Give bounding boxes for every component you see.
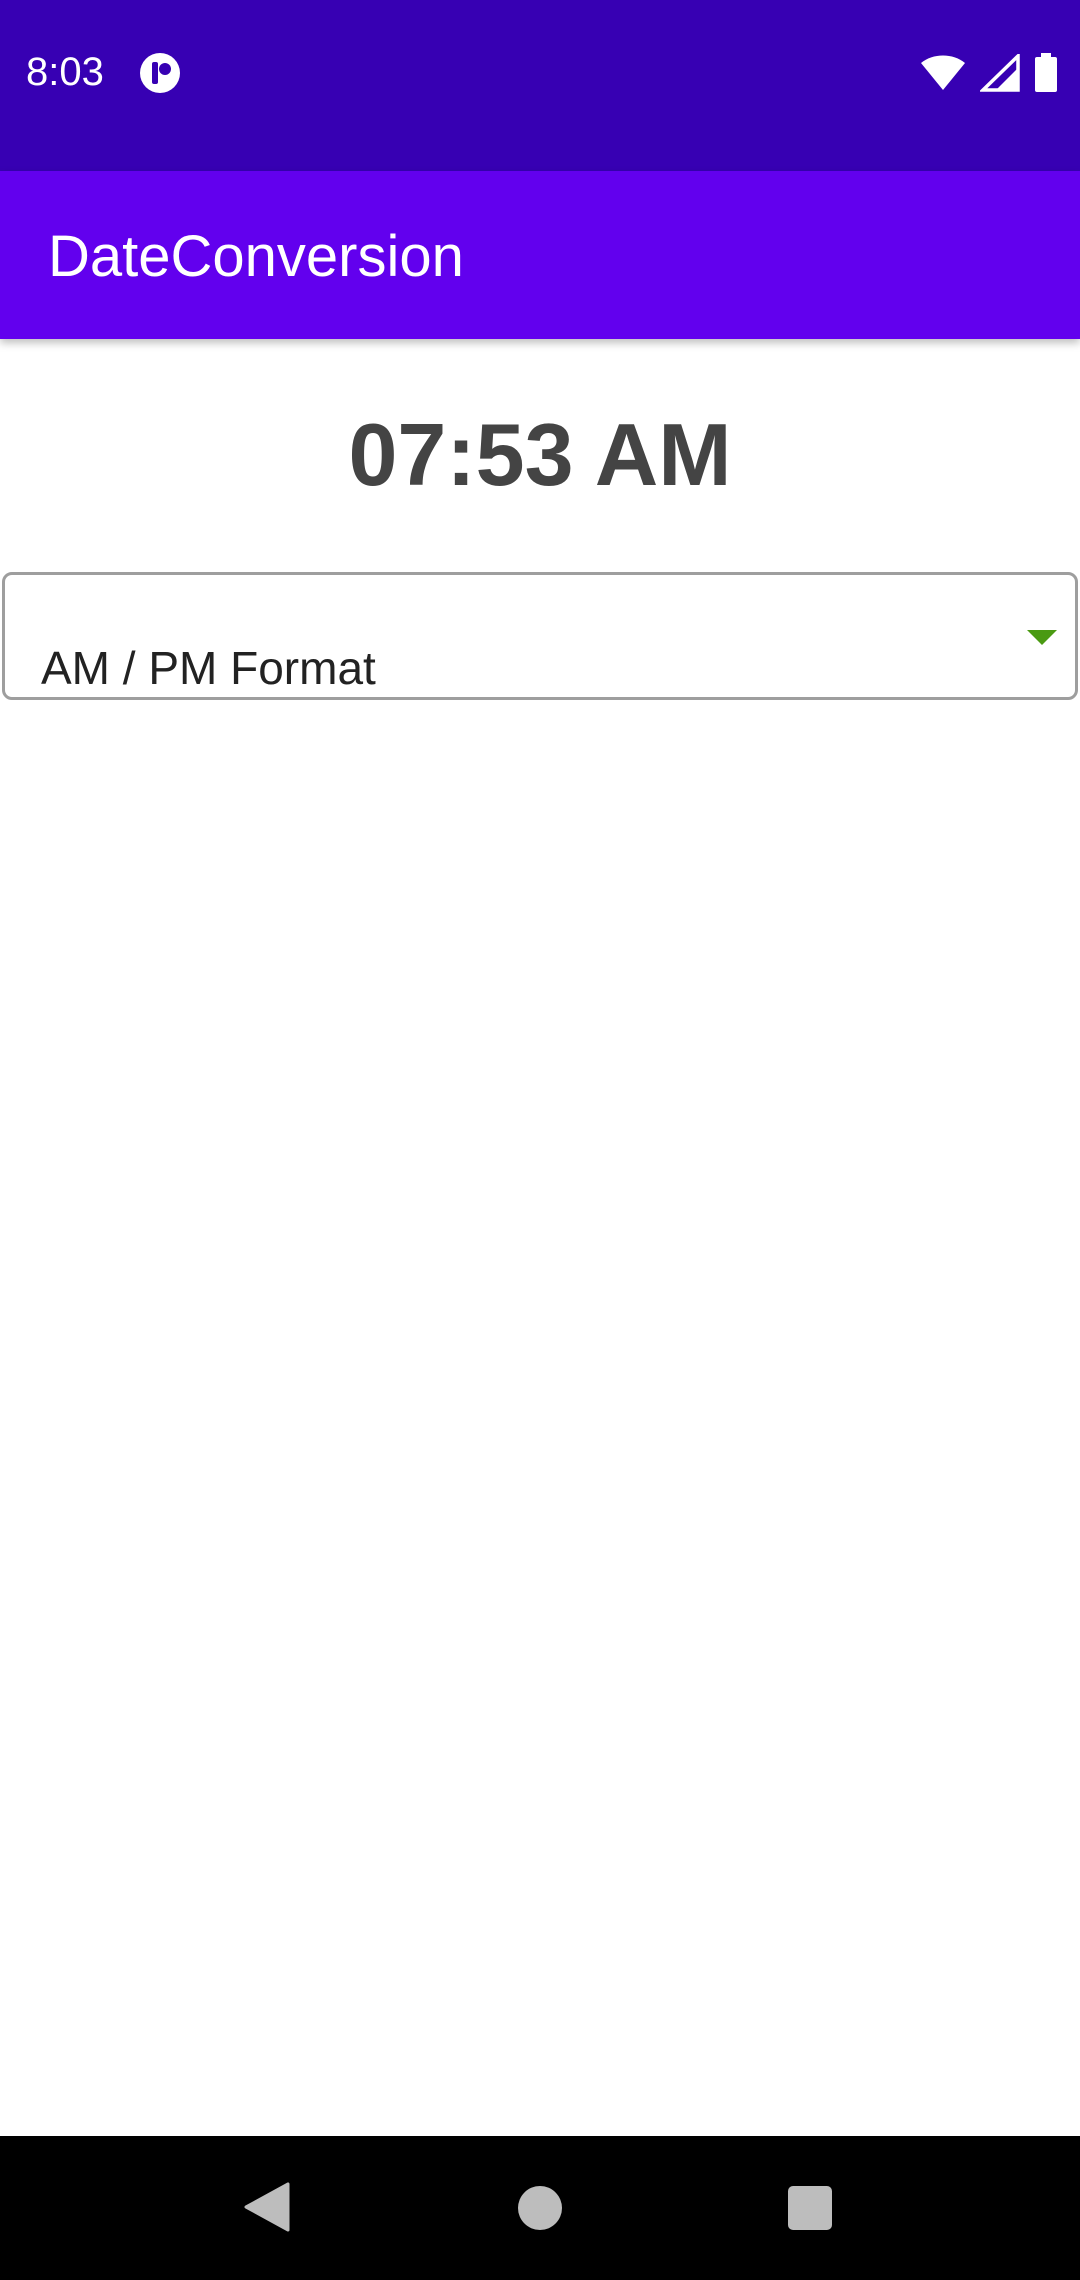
status-time: 8:03: [26, 50, 104, 94]
status-icons: [920, 52, 1058, 94]
signal-icon: [980, 54, 1020, 92]
recents-icon[interactable]: [788, 2186, 832, 2230]
time-display: 07:53 AM: [348, 405, 732, 504]
app-title: DateConversion: [48, 224, 464, 289]
app-notification-icon: [140, 53, 180, 93]
wifi-icon: [921, 55, 965, 90]
dropdown-arrow-icon: [1027, 630, 1057, 645]
battery-icon: [1035, 53, 1057, 92]
format-spinner[interactable]: AM / PM Format: [2, 572, 1078, 700]
format-spinner-selected: AM / PM Format: [41, 642, 376, 694]
status-bar: 8:03: [0, 0, 1080, 171]
app-bar: DateConversion: [0, 171, 1080, 339]
navigation-bar: [0, 2136, 1080, 2280]
screen: 8:03 DateConversion 07:53 AM AM / PM For…: [0, 0, 1080, 2280]
home-icon[interactable]: [518, 2186, 562, 2230]
back-icon[interactable]: [244, 2182, 290, 2232]
